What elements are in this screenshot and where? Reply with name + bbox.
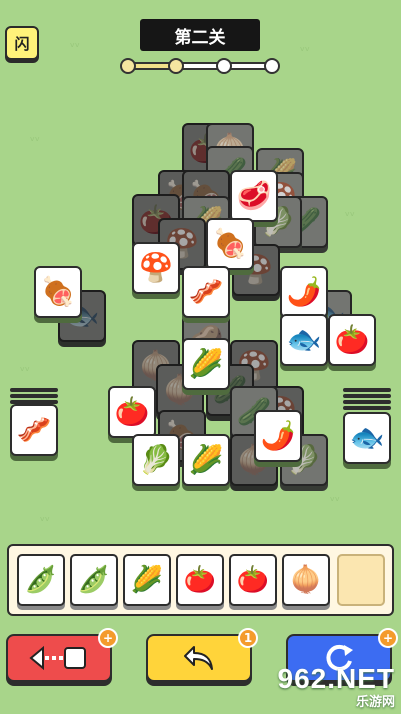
tray-slot-tomato: 🍅 (229, 554, 277, 606)
stack-edge (343, 400, 391, 404)
doodle-grass: ᵥᵥ (330, 490, 341, 504)
tray-slot-tomato: 🍅 (176, 554, 224, 606)
doodle-grass: ᵥᵥ (70, 36, 81, 50)
tile-celery[interactable]: 🥬 (132, 434, 180, 486)
tile-tomato[interactable]: 🍅 (108, 386, 156, 438)
level-title: 第二关 (140, 19, 260, 51)
tile-fish-stack[interactable]: 🐟 (343, 412, 391, 464)
tile-tomato[interactable]: 🍅 (328, 314, 376, 366)
tile-meat[interactable]: 🥩 (230, 170, 278, 222)
level-progress (120, 58, 280, 74)
tile-mushroom[interactable]: 🍄 (132, 242, 180, 294)
tile-bamboo-shoot[interactable]: 🌽 (182, 338, 230, 390)
undo-arrow-icon (184, 646, 213, 670)
tray-slot-edamame: 🫛 (17, 554, 65, 606)
doodle-grass: ᵥᵥ (20, 360, 31, 374)
tile-bacon-stack[interactable]: 🥓 (10, 404, 58, 456)
tile-fish[interactable]: 🐟 (280, 314, 328, 366)
hint-label: 闪 (14, 34, 30, 53)
progress-step (216, 58, 232, 74)
tray-slot-empty (337, 554, 385, 606)
tray-slot-edamame: 🫛 (70, 554, 118, 606)
stack-edge (10, 388, 58, 392)
stack-edge (343, 406, 391, 410)
remove-tiles-button[interactable]: + (6, 628, 118, 682)
stack-edge (343, 388, 391, 392)
remove-badge: + (98, 628, 118, 648)
undo-badge: 1 (238, 628, 258, 648)
tile-chili[interactable]: 🌶️ (280, 266, 328, 318)
move-out-icon (29, 645, 86, 671)
progress-step (168, 58, 184, 74)
doodle-grass: ᵥᵥ (300, 40, 311, 54)
tile-chili[interactable]: 🌶️ (254, 410, 302, 462)
collection-tray: 🫛 🫛 🌽 🍅 🍅 🧅 (7, 544, 394, 616)
doodle-grass: ᵥᵥ (345, 205, 356, 219)
tray-slot-bamboo-shoot: 🌽 (123, 554, 171, 606)
progress-step (264, 58, 280, 74)
watermark-number: 962.NET (277, 663, 395, 694)
tile-ham[interactable]: 🍖 (34, 266, 82, 318)
doodle-grass: ᵥᵥ (40, 510, 51, 524)
site-watermark: 962.NET 乐游网 (278, 663, 396, 710)
tile-bacon[interactable]: 🥓 (182, 266, 230, 318)
progress-step (120, 58, 136, 74)
stack-edge (343, 394, 391, 398)
tile-bamboo-shoot[interactable]: 🌽 (182, 434, 230, 486)
tile-ham[interactable]: 🍖 (206, 218, 254, 270)
stack-edge (10, 394, 58, 398)
doodle-grass: ᵥᵥ (30, 130, 41, 144)
tray-slot-onion: 🧅 (282, 554, 330, 606)
hint-button[interactable]: 闪 (5, 26, 39, 60)
shuffle-badge: + (378, 628, 398, 648)
undo-button[interactable]: 1 (146, 628, 258, 682)
